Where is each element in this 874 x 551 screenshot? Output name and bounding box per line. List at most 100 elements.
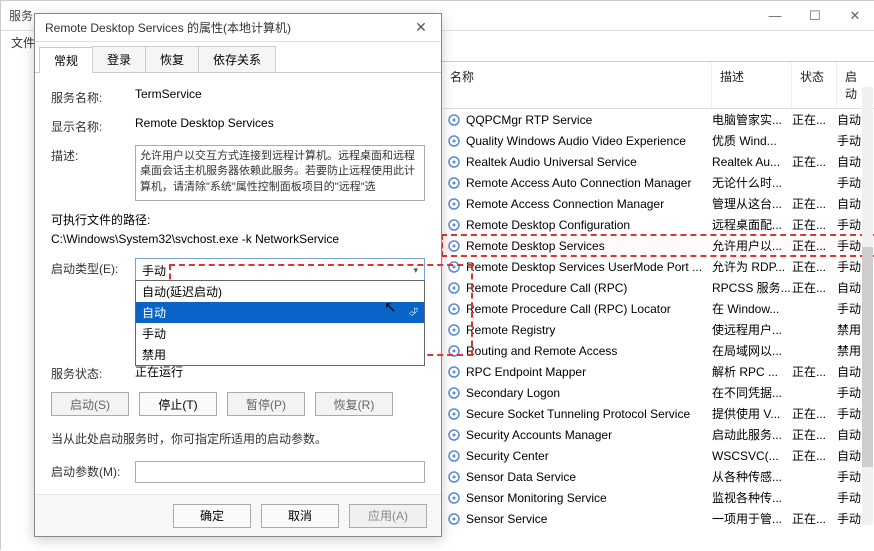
service-name: Secure Socket Tunneling Protocol Service [466, 407, 712, 421]
gear-icon [446, 469, 462, 485]
service-desc: 允许用户以... [712, 237, 792, 254]
service-name: Remote Procedure Call (RPC) [466, 281, 712, 295]
service-desc: 管理从这台... [712, 195, 792, 212]
service-status: 正在... [792, 237, 837, 254]
service-row[interactable]: Sensor Data Service从各种传感...手动 [442, 466, 874, 487]
stop-button[interactable]: 停止(T) [139, 392, 217, 416]
gear-icon [446, 490, 462, 506]
service-row[interactable]: Remote Access Connection Manager管理从这台...… [442, 193, 874, 214]
service-desc: 无论什么时... [712, 174, 792, 191]
service-name: Secondary Logon [466, 386, 712, 400]
gear-icon [446, 133, 462, 149]
service-row[interactable]: Sensor Service一项用于管...正在...手动 [442, 508, 874, 529]
description-textbox[interactable]: 允许用户以交互方式连接到远程计算机。远程桌面和远程桌面会话主机服务器依赖此服务。… [135, 145, 425, 201]
gear-icon [446, 385, 462, 401]
dialog-title: Remote Desktop Services 的属性(本地计算机) [45, 19, 291, 36]
apply-button: 应用(A) [349, 504, 427, 528]
maximize-button[interactable]: ☐ [795, 1, 835, 31]
service-name: Remote Access Connection Manager [466, 197, 712, 211]
scrollbar[interactable] [862, 87, 873, 525]
service-name: QQPCMgr RTP Service [466, 113, 712, 127]
gear-icon [446, 364, 462, 380]
service-name: RPC Endpoint Mapper [466, 365, 712, 379]
tab-recovery[interactable]: 恢复 [145, 46, 199, 72]
service-row[interactable]: Remote Procedure Call (RPC) Locator在 Win… [442, 298, 874, 319]
service-desc: 提供使用 V... [712, 405, 792, 422]
startup-type-label: 启动类型(E): [51, 258, 135, 277]
service-row[interactable]: Security CenterWSCSVC(...正在...自动 [442, 445, 874, 466]
col-desc[interactable]: 描述 [712, 62, 792, 108]
service-row[interactable]: Remote Access Auto Connection Manager无论什… [442, 172, 874, 193]
dialog-close-button[interactable]: ✕ [401, 14, 441, 42]
service-desc: 启动此服务... [712, 426, 792, 443]
dialog-titlebar[interactable]: Remote Desktop Services 的属性(本地计算机) ✕ [35, 14, 441, 42]
service-row[interactable]: RPC Endpoint Mapper解析 RPC ...正在...自动 [442, 361, 874, 382]
opt-auto-delayed[interactable]: 自动(延迟启动) [136, 281, 424, 302]
exe-path-value: C:\Windows\System32\svchost.exe -k Netwo… [51, 232, 425, 246]
tab-dependencies[interactable]: 依存关系 [198, 46, 276, 72]
service-status: 正在... [792, 258, 837, 275]
opt-manual[interactable]: 手动 [136, 323, 424, 344]
ok-button[interactable]: 确定 [173, 504, 251, 528]
opt-disabled[interactable]: 禁用 [136, 344, 424, 365]
services-list[interactable]: 名称 描述 状态 启动 QQPCMgr RTP Service电脑管家实...正… [441, 61, 874, 529]
gear-icon [446, 238, 462, 254]
gear-icon [446, 511, 462, 527]
col-name[interactable]: 名称 [442, 62, 712, 108]
gear-icon [446, 196, 462, 212]
minimize-button[interactable]: — [755, 1, 795, 31]
gear-icon [446, 343, 462, 359]
service-row[interactable]: Remote Procedure Call (RPC)RPCSS 服务...正在… [442, 277, 874, 298]
exe-path-label: 可执行文件的路径: [51, 211, 425, 228]
col-status[interactable]: 状态 [792, 62, 837, 108]
service-name: Remote Procedure Call (RPC) Locator [466, 302, 712, 316]
gear-icon [446, 154, 462, 170]
start-params-input[interactable] [135, 461, 425, 483]
gear-icon [446, 448, 462, 464]
tab-general[interactable]: 常规 [39, 47, 93, 73]
menu-file[interactable]: 文件 [11, 34, 35, 51]
startup-type-value: 手动 [142, 262, 166, 279]
service-row[interactable]: Security Accounts Manager启动此服务...正在...自动 [442, 424, 874, 445]
service-row[interactable]: Remote Registry使远程用户...禁用 [442, 319, 874, 340]
service-desc: 电脑管家实... [712, 111, 792, 128]
dialog-tabs: 常规 登录 恢复 依存关系 [35, 46, 441, 73]
cancel-button[interactable]: 取消 [261, 504, 339, 528]
service-name: Security Center [466, 449, 712, 463]
service-row[interactable]: Routing and Remote Access在局域网以...禁用 [442, 340, 874, 361]
service-row[interactable]: Secondary Logon在不同凭据...手动 [442, 382, 874, 403]
service-name: Sensor Service [466, 512, 712, 526]
service-status: 正在... [792, 279, 837, 296]
service-name: Remote Desktop Services UserMode Port ..… [466, 260, 712, 274]
description-label: 描述: [51, 145, 135, 164]
service-desc: RPCSS 服务... [712, 279, 792, 296]
service-name: Quality Windows Audio Video Experience [466, 134, 712, 148]
service-status: 正在... [792, 216, 837, 233]
service-name: Remote Access Auto Connection Manager [466, 176, 712, 190]
service-row[interactable]: Secure Socket Tunneling Protocol Service… [442, 403, 874, 424]
service-desc: WSCSVC(... [712, 449, 792, 463]
service-row[interactable]: Remote Desktop Configuration远程桌面配...正在..… [442, 214, 874, 235]
service-name: Realtek Audio Universal Service [466, 155, 712, 169]
service-row[interactable]: Sensor Monitoring Service监视各种传...手动 [442, 487, 874, 508]
service-desc: 在局域网以... [712, 342, 792, 359]
service-status: 正在... [792, 447, 837, 464]
close-button[interactable]: ✕ [835, 1, 874, 31]
start-params-label: 启动参数(M): [51, 461, 135, 480]
service-name-label: 服务名称: [51, 87, 135, 106]
service-status: 正在... [792, 111, 837, 128]
startup-type-dropdown[interactable]: 自动(延迟启动) 自动⮰ 手动 禁用 [135, 280, 425, 366]
service-row[interactable]: Remote Desktop Services UserMode Port ..… [442, 256, 874, 277]
service-status: 正在... [792, 153, 837, 170]
service-desc: 远程桌面配... [712, 216, 792, 233]
service-row[interactable]: Realtek Audio Universal ServiceRealtek A… [442, 151, 874, 172]
scrollbar-thumb[interactable] [862, 247, 873, 467]
tab-logon[interactable]: 登录 [92, 46, 146, 72]
list-header[interactable]: 名称 描述 状态 启动 [442, 62, 874, 109]
service-row[interactable]: QQPCMgr RTP Service电脑管家实...正在...自动 [442, 109, 874, 130]
service-row[interactable]: Remote Desktop Services允许用户以...正在...手动 [442, 235, 874, 256]
service-desc: 允许为 RDP... [712, 258, 792, 275]
service-name: Sensor Data Service [466, 470, 712, 484]
opt-auto[interactable]: 自动⮰ [136, 302, 424, 323]
service-row[interactable]: Quality Windows Audio Video Experience优质… [442, 130, 874, 151]
